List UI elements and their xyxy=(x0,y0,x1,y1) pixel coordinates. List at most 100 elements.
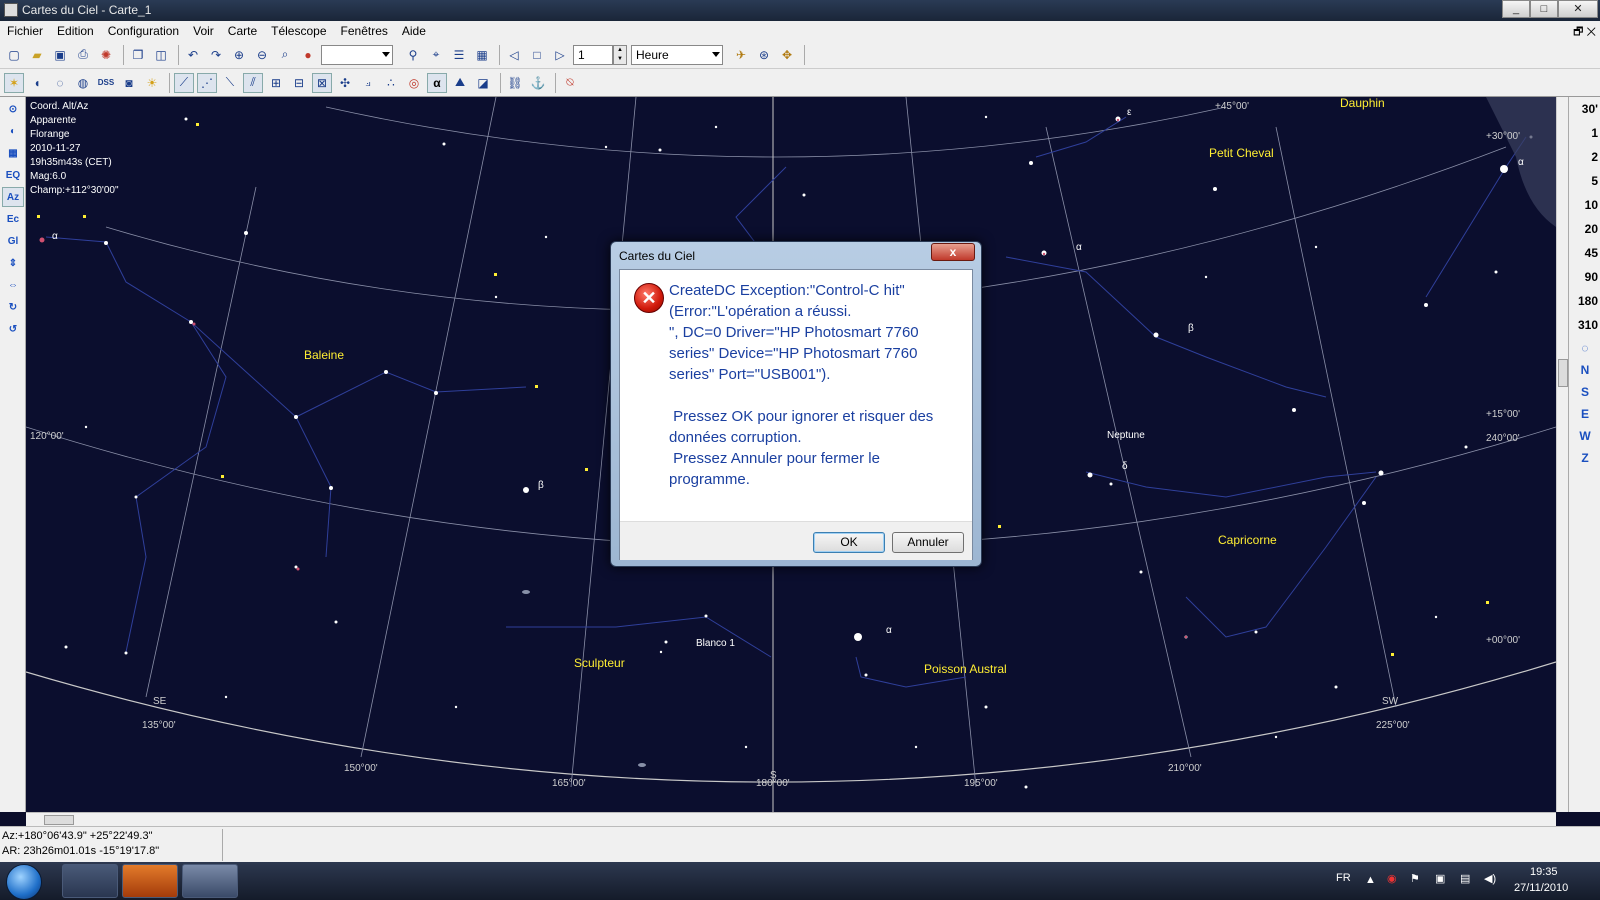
step-forward-icon[interactable]: ▷ xyxy=(550,45,570,65)
double-star-icon[interactable]: ◌ xyxy=(50,73,70,93)
zoom-out-icon[interactable]: ⊖ xyxy=(252,45,272,65)
stop-icon[interactable]: □ xyxy=(527,45,547,65)
calendar-icon[interactable]: ▦ xyxy=(472,45,492,65)
volume-icon[interactable]: ◀) xyxy=(1484,872,1496,885)
link-icon[interactable]: ⛓ xyxy=(505,73,525,93)
field-button[interactable]: 310 xyxy=(1569,313,1600,337)
vertical-scroll-thumb[interactable] xyxy=(1558,359,1568,387)
no-labels-icon[interactable]: ⍉ xyxy=(560,73,580,93)
comet-icon[interactable]: ⟓ xyxy=(358,73,378,93)
menu-fenetres[interactable]: Fenêtres xyxy=(334,24,395,38)
redo-icon[interactable]: ↷ xyxy=(206,45,226,65)
mdi-controls[interactable]: 🗗 ✕ xyxy=(1573,23,1596,42)
target-icon[interactable]: ⊛ xyxy=(754,45,774,65)
milky-way-icon[interactable]: ⫽ xyxy=(243,72,263,93)
new-chart-icon[interactable]: ▢ xyxy=(4,45,24,65)
field-button[interactable]: 90 xyxy=(1569,265,1600,289)
horizontal-scrollbar[interactable] xyxy=(26,812,1556,826)
rotate-ccw-icon[interactable]: ↺ xyxy=(2,319,24,339)
settings-icon[interactable]: ✺ xyxy=(96,45,116,65)
network-icon[interactable]: ▤ xyxy=(1460,872,1470,885)
time-step-input[interactable]: 1 xyxy=(573,44,613,65)
constellation-boundaries-icon[interactable]: ⋰ xyxy=(197,72,217,93)
asteroid-icon[interactable]: ∴ xyxy=(381,73,401,93)
telescope-icon[interactable]: ✈ xyxy=(731,45,751,65)
close-window-button[interactable]: ✕ xyxy=(1558,0,1598,18)
ok-button[interactable]: OK xyxy=(813,532,885,553)
telescope-connect-icon[interactable]: ✥ xyxy=(777,45,797,65)
dialog-close-button[interactable]: x xyxy=(931,243,975,261)
find-object-icon[interactable]: ⌖ xyxy=(426,45,446,65)
night-mode-icon[interactable]: ◪ xyxy=(473,73,493,93)
firefox-taskbar-icon[interactable] xyxy=(122,864,178,898)
flip-vertical-icon[interactable]: ⇕ xyxy=(2,253,24,273)
stars-icon[interactable]: ✶ xyxy=(4,72,24,93)
menu-telescope[interactable]: Télescope xyxy=(264,24,333,38)
maximize-button[interactable]: □ xyxy=(1530,0,1558,18)
field-button[interactable]: 2 xyxy=(1569,145,1600,169)
time-unit-select[interactable]: Heure xyxy=(631,44,723,65)
rotate-cw-icon[interactable]: ↻ xyxy=(2,297,24,317)
field-button[interactable]: 45 xyxy=(1569,241,1600,265)
field-button[interactable]: 30' xyxy=(1569,97,1600,121)
zoom-field-icon[interactable]: ⌕ xyxy=(275,45,295,65)
bullseye-icon[interactable]: ◎ xyxy=(404,73,424,93)
open-folder-icon[interactable]: ▰ xyxy=(27,45,47,65)
ec-coord-button[interactable]: Ec xyxy=(2,209,24,229)
field-button[interactable]: 20 xyxy=(1569,217,1600,241)
menu-voir[interactable]: Voir xyxy=(186,24,221,38)
horizon-circle-icon[interactable]: ◌ xyxy=(1569,337,1600,359)
lamp-icon[interactable]: ☀ xyxy=(142,73,162,93)
flip-horizontal-icon[interactable]: ⇔ xyxy=(2,275,24,295)
field-button[interactable]: 5 xyxy=(1569,169,1600,193)
horizontal-scroll-thumb[interactable] xyxy=(44,815,74,825)
color-icon[interactable]: ● xyxy=(298,45,318,65)
asterism-icon[interactable]: ⟍ xyxy=(220,73,240,93)
greek-label-icon[interactable]: α xyxy=(427,72,447,93)
start-button[interactable] xyxy=(6,864,42,900)
step-back-icon[interactable]: ◁ xyxy=(504,45,524,65)
show-hidden-icons-icon[interactable]: ▲ xyxy=(1365,874,1376,886)
direction-east-button[interactable]: E xyxy=(1569,403,1600,425)
minimize-button[interactable]: _ xyxy=(1502,0,1530,18)
time-step-spinner[interactable]: ▲ ▼ xyxy=(613,44,627,65)
menu-carte[interactable]: Carte xyxy=(221,24,264,38)
flag-icon[interactable]: ⚑ xyxy=(1410,872,1420,885)
dss-icon[interactable]: DSS xyxy=(96,73,116,93)
az-coord-button[interactable]: Az xyxy=(2,187,24,207)
security-icon[interactable]: ◉ xyxy=(1387,872,1397,885)
direction-zenith-button[interactable]: Z xyxy=(1569,447,1600,469)
search-combo[interactable] xyxy=(321,44,393,65)
grid-icon[interactable]: ⊞ xyxy=(266,73,286,93)
direction-west-button[interactable]: W xyxy=(1569,425,1600,447)
menu-edition[interactable]: Edition xyxy=(50,24,101,38)
menu-fichier[interactable]: Fichier xyxy=(0,24,50,38)
menu-aide[interactable]: Aide xyxy=(395,24,433,38)
image-icon[interactable]: ◙ xyxy=(119,73,139,93)
constellation-lines-icon[interactable]: ⟋ xyxy=(174,72,194,93)
direction-south-button[interactable]: S xyxy=(1569,381,1600,403)
cancel-button[interactable]: Annuler xyxy=(892,532,964,553)
nebula-icon[interactable]: ◍ xyxy=(73,73,93,93)
print-icon[interactable]: ⎙ xyxy=(73,45,93,65)
field-button[interactable]: 10 xyxy=(1569,193,1600,217)
list-icon[interactable]: ☰ xyxy=(449,45,469,65)
language-indicator[interactable]: FR xyxy=(1336,872,1351,884)
coord-chart-icon[interactable]: ⊙ xyxy=(2,99,24,119)
field-button[interactable]: 1 xyxy=(1569,121,1600,145)
window-cascade-icon[interactable]: ❐ xyxy=(128,45,148,65)
field-button[interactable]: 180 xyxy=(1569,289,1600,313)
vertical-scrollbar[interactable] xyxy=(1556,97,1568,812)
horizon-icon[interactable]: ⛰ xyxy=(450,73,470,93)
variable-star-icon[interactable]: ◖ xyxy=(27,73,47,93)
gl-coord-button[interactable]: Gl xyxy=(2,231,24,251)
undo-icon[interactable]: ↶ xyxy=(183,45,203,65)
clock-date[interactable]: 27/11/2010 xyxy=(1514,882,1568,894)
cartes-du-ciel-taskbar-icon[interactable] xyxy=(182,864,238,898)
binoculars-icon[interactable]: ⚲ xyxy=(403,45,423,65)
phase-icon[interactable]: ◐ xyxy=(2,121,24,141)
eq-coord-button[interactable]: EQ xyxy=(2,165,24,185)
explorer-taskbar-icon[interactable] xyxy=(62,864,118,898)
device-icon[interactable]: ▣ xyxy=(1435,872,1445,885)
eq-grid-icon[interactable]: ⊟ xyxy=(289,73,309,93)
